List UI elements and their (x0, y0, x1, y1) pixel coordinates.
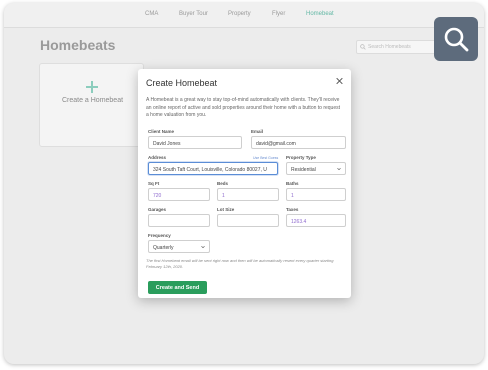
beds-field[interactable]: 1 (217, 188, 279, 201)
property-type-label: Property Type (286, 155, 316, 160)
create-and-send-button[interactable]: Create and Send (148, 281, 207, 294)
search-button[interactable] (434, 17, 478, 61)
create-homebeat-modal: Create Homebeat A Homebeat is a great wa… (138, 69, 351, 298)
search-input[interactable]: Search Homebeats (356, 40, 436, 54)
chevron-down-icon (337, 168, 341, 171)
schedule-note: The first Homebeat email will be sent ri… (146, 258, 334, 269)
client-name-field[interactable]: David Jones (148, 136, 242, 149)
app-window: CMA Buyer Tour Property Flyer Homebeat H… (4, 3, 484, 364)
nav-item-homebeat[interactable]: Homebeat (306, 11, 334, 17)
nav-item-cma[interactable]: CMA (145, 11, 158, 17)
close-icon[interactable] (335, 77, 343, 85)
email-field[interactable]: david@gmail.com (251, 136, 346, 149)
search-icon (444, 27, 469, 52)
nav-item-flyer[interactable]: Flyer (272, 11, 285, 17)
search-icon (360, 44, 366, 50)
baths-label: Baths (286, 181, 299, 186)
nav-item-buyer-tour[interactable]: Buyer Tour (179, 11, 208, 17)
property-type-select[interactable]: Residential (286, 162, 346, 175)
chevron-down-icon (201, 246, 205, 249)
lot-size-label: Lot Size (217, 207, 235, 212)
frequency-value: Quarterly (153, 244, 174, 251)
plus-icon (86, 81, 98, 93)
taxes-field[interactable]: 1263.4 (286, 214, 346, 227)
search-placeholder: Search Homebeats (368, 44, 411, 50)
address-label: Address (148, 155, 167, 160)
top-navigation: CMA Buyer Tour Property Flyer Homebeat (4, 3, 484, 28)
garages-label: Garages (148, 207, 167, 212)
property-type-value: Residential (291, 166, 316, 173)
garages-field[interactable] (148, 214, 210, 227)
frequency-select[interactable]: Quarterly (148, 240, 210, 253)
nav-item-property[interactable]: Property (228, 11, 251, 17)
baths-field[interactable]: 1 (286, 188, 346, 201)
modal-title: Create Homebeat (146, 78, 218, 88)
lot-size-field[interactable] (217, 214, 279, 227)
sqft-field[interactable]: 720 (148, 188, 210, 201)
taxes-label: Taxes (286, 207, 299, 212)
beds-label: Beds (217, 181, 229, 186)
frequency-label: Frequency (148, 233, 171, 238)
address-field[interactable]: 324 South Taft Court, Louisville, Colora… (148, 162, 278, 175)
sqft-label: Sq Ft (148, 181, 160, 186)
use-best-guess-link[interactable]: Use Best Guess (253, 156, 278, 160)
modal-description: A Homebeat is a great way to stay top-of… (146, 97, 341, 118)
create-homebeat-card[interactable]: Create a Homebeat (39, 63, 144, 147)
create-homebeat-label: Create a Homebeat (61, 97, 124, 104)
client-name-label: Client Name (148, 129, 175, 134)
page-title: Homebeats (40, 37, 116, 53)
email-label: Email (251, 129, 264, 134)
